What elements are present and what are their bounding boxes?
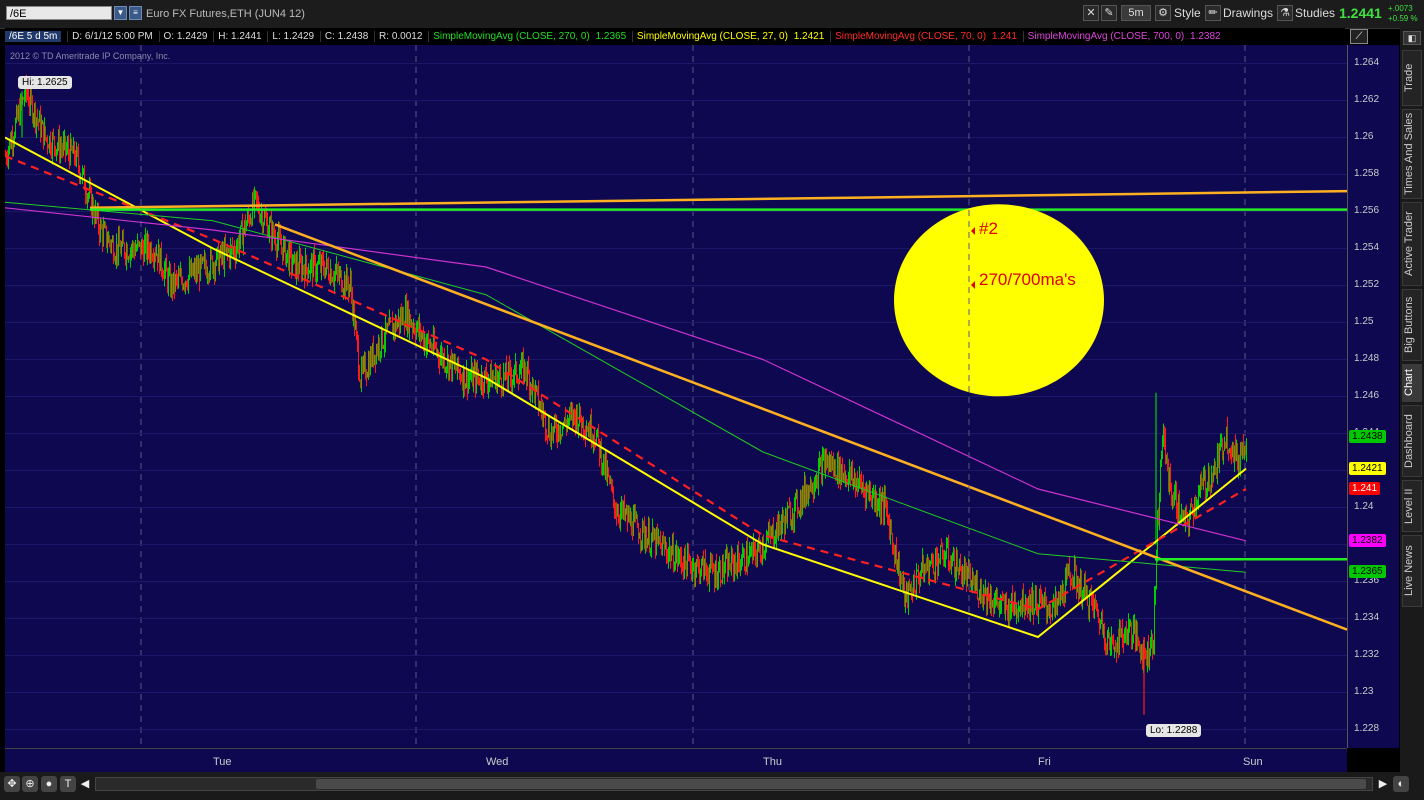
price-tick: 1.26 <box>1354 130 1374 142</box>
price-chart[interactable]: 2012 © TD Ameritrade IP Company, Inc. Hi… <box>5 45 1347 748</box>
studies-icon[interactable]: ⚗ <box>1277 5 1293 21</box>
zoom-icon[interactable]: ⊕ <box>22 776 38 792</box>
price-tick: 1.254 <box>1354 241 1380 253</box>
copyright-notice: 2012 © TD Ameritrade IP Company, Inc. <box>10 51 171 61</box>
time-axis[interactable]: Tue Wed Thu Fri Sun <box>5 748 1347 773</box>
tab-active-trader[interactable]: Active Trader <box>1402 202 1422 286</box>
price-tick: 1.234 <box>1354 611 1380 623</box>
bar-range: R: 0.0012 <box>374 31 423 42</box>
price-badge: 1.2365 <box>1349 565 1386 579</box>
price-tick: 1.232 <box>1354 648 1380 660</box>
price-tick: 1.246 <box>1354 389 1380 401</box>
sma27-label[interactable]: SimpleMovingAvg (CLOSE, 27, 0) <box>631 31 788 42</box>
scroll-left-icon[interactable]: ◀ <box>77 776 93 792</box>
bar-open: O: 1.2429 <box>158 31 208 42</box>
highlight-circle <box>894 204 1104 397</box>
last-price: 1.2441 <box>1339 5 1382 21</box>
price-badge: 1.2421 <box>1349 461 1386 475</box>
bar-low: L: 1.2429 <box>267 31 315 42</box>
sma700-label[interactable]: SimpleMovingAvg (CLOSE, 700, 0) <box>1022 31 1185 42</box>
panel-toggle-icon[interactable]: ◧ <box>1403 31 1421 45</box>
tab-times-and-sales[interactable]: Times And Sales <box>1402 109 1422 199</box>
price-tick: 1.252 <box>1354 278 1380 290</box>
pencil-icon[interactable]: ✏ <box>1205 5 1221 21</box>
price-tick: 1.25 <box>1354 315 1374 327</box>
price-badge: 1.2382 <box>1349 533 1386 547</box>
time-label-thu: Thu <box>763 756 782 768</box>
scroll-right-icon[interactable]: ▶ <box>1375 776 1391 792</box>
price-tick: 1.24 <box>1354 500 1374 512</box>
note-number: #2 <box>979 219 998 238</box>
sma70-label[interactable]: SimpleMovingAvg (CLOSE, 70, 0) <box>830 31 987 42</box>
time-label-tue: Tue <box>213 756 232 768</box>
note-text: 270/700ma's <box>979 270 1076 289</box>
high-label: Hi: 1.2625 <box>18 76 72 89</box>
upper-trendline <box>89 189 1347 210</box>
symbol-lookup-button[interactable]: ≡ <box>129 6 142 20</box>
sma270-value: 1.2365 <box>595 31 627 42</box>
net-change: +.0073 <box>1388 4 1413 13</box>
percent-change: +0.59 % <box>1388 14 1418 23</box>
price-chart-svg <box>5 45 1347 748</box>
study-legend: /6E 5 d 5m D: 6/1/12 5:00 PM O: 1.2429 H… <box>5 28 1345 45</box>
chart-settings-icon[interactable]: ⟋ <box>1350 29 1368 44</box>
price-badge: 1.241 <box>1349 482 1381 495</box>
scrollbar-thumb[interactable] <box>316 779 1366 789</box>
style-settings-icon[interactable]: ⚙ <box>1155 5 1171 21</box>
price-badge: 1.2438 <box>1349 430 1386 444</box>
price-tick: 1.262 <box>1354 93 1380 105</box>
time-label-wed: Wed <box>486 756 509 768</box>
price-tick: 1.258 <box>1354 167 1380 179</box>
side-panel-tabs: ◧ Trade Times And Sales Active Trader Big B… <box>1400 28 1424 788</box>
sma70-value: 1.241 <box>991 31 1017 42</box>
tab-chart[interactable]: Chart <box>1402 364 1422 402</box>
price-axis[interactable]: 1.264 1.262 1.26 1.258 1.256 1.254 1.252 1.25 1.… <box>1347 45 1399 748</box>
cursor-icon[interactable]: ● <box>41 776 57 792</box>
moving-averages <box>5 136 1247 639</box>
bottom-toolbar: ✥ ⊕ ● T ◀ ▶ ◐ <box>0 772 1424 800</box>
tab-trade[interactable]: Trade <box>1402 50 1422 106</box>
price-tick: 1.248 <box>1354 352 1380 364</box>
tab-big-buttons[interactable]: Big Buttons <box>1402 289 1422 361</box>
sma700-value: 1.2382 <box>1190 31 1221 42</box>
symbol-input[interactable]: /6E <box>6 6 112 20</box>
drawing-tool-icon[interactable]: ✎ <box>1101 5 1117 21</box>
tab-level-ii[interactable]: Level II <box>1402 480 1422 532</box>
tab-live-news[interactable]: Live News <box>1402 535 1422 607</box>
price-tick: 1.23 <box>1354 685 1374 697</box>
chart-id: /6E 5 d 5m <box>5 31 62 42</box>
drawings-menu[interactable]: Drawings <box>1223 5 1273 21</box>
chart-scrollbar[interactable] <box>95 777 1373 791</box>
sma270-label[interactable]: SimpleMovingAvg (CLOSE, 270, 0) <box>428 31 590 42</box>
price-tick: 1.256 <box>1354 204 1380 216</box>
time-label-sun: Sun <box>1243 756 1263 768</box>
text-tool-icon[interactable]: T <box>60 776 76 792</box>
sma-line-0 <box>5 136 1247 639</box>
sma27-value: 1.2421 <box>793 31 825 42</box>
bar-high: H: 1.2441 <box>213 31 262 42</box>
instrument-description: Euro FX Futures,ETH (JUN4 12) <box>146 8 305 20</box>
bar-date: D: 6/1/12 5:00 PM <box>67 31 153 42</box>
studies-menu[interactable]: Studies <box>1295 5 1335 21</box>
price-tick: 1.264 <box>1354 56 1380 68</box>
style-menu[interactable]: Style <box>1174 5 1201 21</box>
top-toolbar: /6E ▼ ≡ Euro FX Futures,ETH (JUN4 12) ✕ … <box>0 0 1424 29</box>
tab-dashboard[interactable]: Dashboard <box>1402 405 1422 477</box>
bar-close: C: 1.2438 <box>319 31 369 42</box>
aggregation-button[interactable]: 5m <box>1121 5 1151 21</box>
price-tick: 1.228 <box>1354 722 1380 734</box>
symbol-dropdown-button[interactable]: ▼ <box>114 6 127 20</box>
low-label: Lo: 1.2288 <box>1146 724 1202 737</box>
zoom-out-icon[interactable]: ◐ <box>1393 776 1409 792</box>
crosshair-icon[interactable]: ✕ <box>1083 5 1099 21</box>
pan-icon[interactable]: ✥ <box>4 776 20 792</box>
time-label-fri: Fri <box>1038 756 1051 768</box>
grid <box>5 45 1347 748</box>
